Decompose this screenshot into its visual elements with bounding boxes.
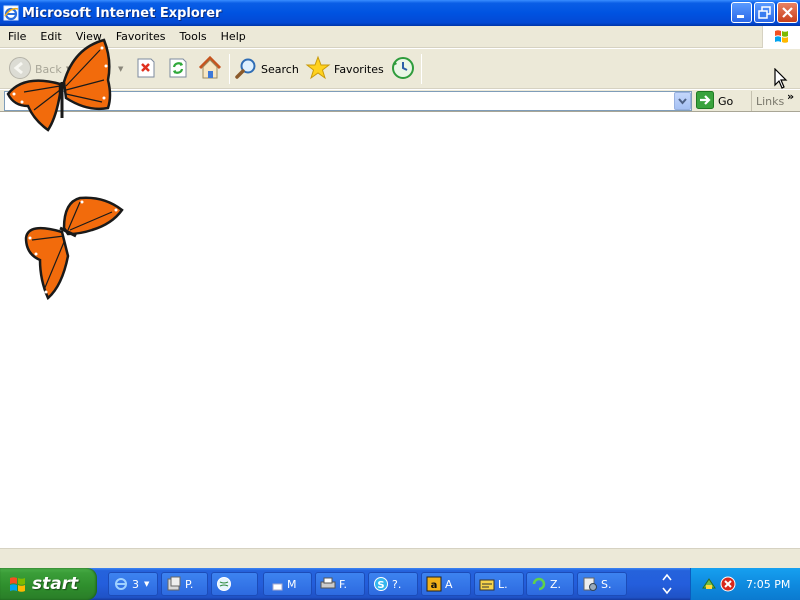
- chevron-down-icon: [678, 98, 687, 105]
- menu-tools[interactable]: Tools: [173, 27, 214, 47]
- system-tray: 7:05 PM: [690, 568, 800, 600]
- mouse-cursor-icon: [774, 67, 788, 93]
- skype-icon: S: [373, 576, 389, 592]
- windows-flag-icon: [8, 574, 28, 594]
- ie-icon: [113, 576, 129, 592]
- history-clock-icon: [390, 55, 416, 84]
- favorites-label: Favorites: [334, 62, 384, 76]
- restore-icon: [758, 6, 771, 19]
- menu-bar: File Edit View Favorites Tools Help: [0, 26, 800, 48]
- taskbar-button-l[interactable]: L.: [474, 572, 524, 596]
- links-label: Links: [756, 94, 785, 108]
- home-icon: [197, 55, 223, 84]
- links-toolbar[interactable]: Links: [751, 91, 784, 111]
- forward-dropdown-icon[interactable]: ▼: [118, 65, 123, 73]
- standard-toolbar: Back ▼ ▼: [0, 49, 800, 89]
- search-icon: [234, 56, 258, 83]
- minimize-icon: [737, 15, 744, 18]
- minimize-button[interactable]: [731, 2, 752, 23]
- links-more-chevron[interactable]: »: [787, 90, 794, 103]
- taskbar-button-skype[interactable]: S ?.: [368, 572, 418, 596]
- restore-button[interactable]: [754, 2, 775, 23]
- windows-logo: [762, 26, 800, 48]
- chevron-up-down-icon: [662, 573, 672, 595]
- internet-explorer-icon: [3, 5, 19, 21]
- butterfly-image: [22, 194, 126, 305]
- go-label: Go: [718, 94, 734, 108]
- app-icon: [479, 576, 495, 592]
- start-label: start: [32, 574, 79, 594]
- status-bar: [0, 548, 800, 568]
- history-button[interactable]: [390, 52, 416, 86]
- butterfly-image: [4, 36, 112, 137]
- menu-favorites[interactable]: Favorites: [109, 27, 173, 47]
- go-arrow-icon: [696, 90, 714, 112]
- stop-button[interactable]: [134, 52, 158, 86]
- favorites-star-icon: [305, 55, 331, 84]
- taskbar-scroll-buttons[interactable]: [660, 570, 674, 598]
- stop-icon: [134, 56, 158, 83]
- favorites-button[interactable]: Favorites: [305, 52, 384, 86]
- taskbar-button-p[interactable]: P.: [161, 572, 208, 596]
- address-dropdown-button[interactable]: [674, 92, 691, 110]
- taskbar-button-z[interactable]: Z.: [526, 572, 574, 596]
- search-label: Search: [261, 62, 299, 76]
- security-alert-icon[interactable]: [720, 576, 736, 592]
- browser-content[interactable]: [0, 112, 800, 548]
- window-title: Microsoft Internet Explorer: [22, 5, 222, 21]
- go-button[interactable]: Go: [696, 90, 734, 112]
- title-bar[interactable]: Microsoft Internet Explorer: [0, 0, 800, 26]
- search-button[interactable]: Search: [234, 52, 299, 86]
- close-icon: [782, 7, 793, 18]
- start-button[interactable]: start: [0, 568, 97, 600]
- refresh-icon: [166, 56, 190, 83]
- svg-text:a: a: [431, 580, 438, 591]
- window-icon: [268, 576, 284, 592]
- address-bar: Go Links »: [0, 90, 800, 112]
- taskbar-button-a[interactable]: a A: [421, 572, 471, 596]
- taskbar-button-f[interactable]: F.: [315, 572, 365, 596]
- network-icon[interactable]: [701, 576, 717, 592]
- settings-icon: [582, 576, 598, 592]
- globe-icon: [216, 576, 232, 592]
- taskbar-button-s[interactable]: S.: [577, 572, 627, 596]
- application-icon: [166, 576, 182, 592]
- svg-text:S: S: [377, 580, 384, 591]
- clock[interactable]: 7:05 PM: [746, 578, 790, 591]
- printer-icon: [320, 576, 336, 592]
- home-button[interactable]: [197, 52, 223, 86]
- group-dropdown-icon: ▼: [144, 580, 150, 588]
- taskbar-button-m[interactable]: M: [263, 572, 312, 596]
- taskbar: start 3 ▼ P. M F. S ?. a A L. Z. S. 7:05…: [0, 568, 800, 600]
- taskbar-button-globe[interactable]: [211, 572, 258, 596]
- refresh-button[interactable]: [166, 52, 190, 86]
- amazon-icon: a: [426, 576, 442, 592]
- close-button[interactable]: [777, 2, 798, 23]
- menu-help[interactable]: Help: [214, 27, 253, 47]
- green-app-icon: [531, 576, 547, 592]
- taskbar-button-ie-group[interactable]: 3 ▼: [108, 572, 158, 596]
